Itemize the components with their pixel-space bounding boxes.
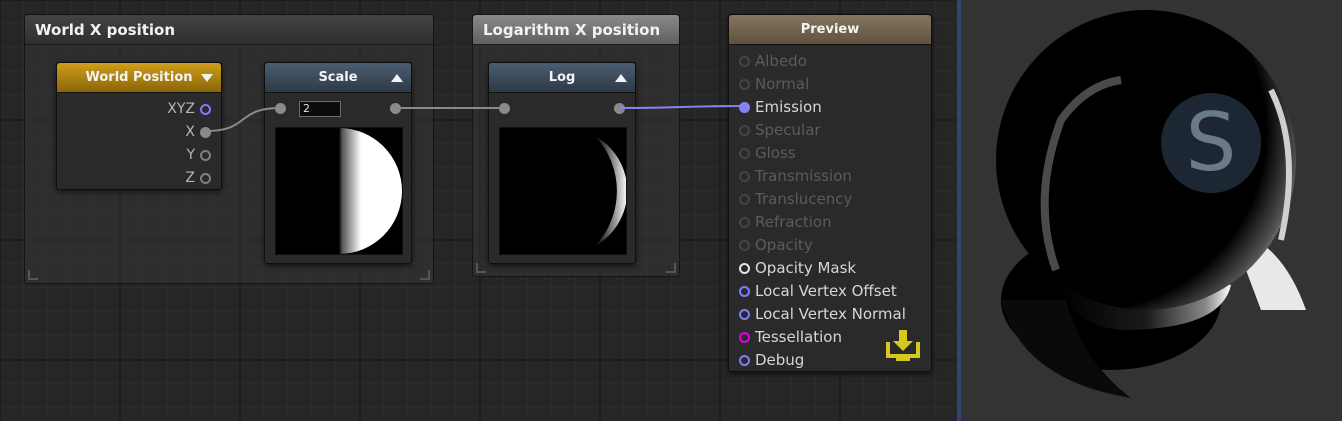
node-title: World Position (85, 70, 193, 85)
preview-slot[interactable]: Opacity (729, 234, 931, 257)
preview-slot[interactable]: Translucency (729, 188, 931, 211)
slot-input-port[interactable] (739, 332, 750, 343)
collapse-arrow-icon[interactable] (201, 74, 213, 82)
node-title: Preview (800, 22, 860, 37)
preview-node-header[interactable]: Preview (729, 15, 931, 45)
slot-input-port[interactable] (739, 194, 750, 205)
slot-input-port[interactable] (739, 79, 750, 90)
slot-input-port[interactable] (739, 217, 750, 228)
slot-label: Local Vertex Normal (755, 305, 906, 323)
preview-slot[interactable]: Refraction (729, 211, 931, 234)
3d-viewport[interactable]: S (961, 0, 1342, 421)
preview-slot[interactable]: Transmission (729, 165, 931, 188)
preview-slot[interactable]: Opacity Mask (729, 257, 931, 280)
slot-label: Tessellation (755, 328, 842, 346)
comment-title[interactable]: Logarithm X position (473, 15, 679, 45)
slot-label: Local Vertex Offset (755, 282, 897, 300)
slot-input-port[interactable] (739, 102, 750, 113)
output-label: XYZ (167, 101, 195, 117)
comment-title[interactable]: World X position (25, 15, 433, 45)
log-node[interactable]: Log (488, 62, 636, 264)
preview-slot[interactable]: Gloss (729, 142, 931, 165)
slot-input-port[interactable] (739, 125, 750, 136)
scale-preview-image (275, 127, 403, 255)
slot-label: Translucency (755, 190, 853, 208)
scale-node-header[interactable]: Scale (265, 63, 411, 93)
logo-letter: S (1186, 96, 1237, 189)
resize-corner[interactable] (28, 270, 38, 280)
slot-input-port[interactable] (739, 286, 750, 297)
slot-label: Gloss (755, 144, 796, 162)
output-row-y: Y (57, 145, 221, 165)
output-port-y[interactable] (200, 150, 211, 161)
slot-input-port[interactable] (739, 171, 750, 182)
slot-label: Refraction (755, 213, 832, 231)
log-node-header[interactable]: Log (489, 63, 635, 93)
output-port-x[interactable] (200, 127, 211, 138)
output-row-x: X (57, 122, 221, 142)
scale-value-input[interactable]: 2 (299, 101, 341, 117)
output-port-xyz[interactable] (200, 104, 211, 115)
collapse-arrow-icon[interactable] (615, 74, 627, 82)
slot-label: Debug (755, 351, 805, 369)
slot-input-port[interactable] (739, 263, 750, 274)
preview-slot[interactable]: Local Vertex Offset (729, 280, 931, 303)
output-port[interactable] (614, 103, 625, 114)
output-row-xyz: XYZ (57, 99, 221, 119)
resize-corner[interactable] (476, 263, 486, 273)
output-label: X (185, 124, 195, 140)
slot-label: Albedo (755, 52, 807, 70)
input-port[interactable] (275, 103, 286, 114)
slot-label: Emission (755, 98, 822, 116)
preview-node[interactable]: Preview Albedo Normal Emission Specular Glos… (728, 14, 932, 372)
world-position-node[interactable]: World Position XYZ X Y Z (56, 62, 222, 190)
resize-corner[interactable] (666, 263, 676, 273)
output-label: Y (186, 147, 195, 163)
preview-slot[interactable]: Normal (729, 73, 931, 96)
preview-slot[interactable]: Local Vertex Normal (729, 303, 931, 326)
resize-corner[interactable] (420, 270, 430, 280)
output-label: Z (185, 170, 195, 186)
sphere-preview-render: S (996, 10, 1306, 398)
log-preview-image (499, 127, 627, 255)
preview-slot[interactable]: Albedo (729, 50, 931, 73)
output-port[interactable] (390, 103, 401, 114)
world-position-node-header[interactable]: World Position (57, 63, 221, 93)
output-port-z[interactable] (200, 173, 211, 184)
preview-slot[interactable]: Emission (729, 96, 931, 119)
slot-label: Transmission (755, 167, 852, 185)
slot-input-port[interactable] (739, 56, 750, 67)
slot-label: Specular (755, 121, 821, 139)
output-row-z: Z (57, 168, 221, 188)
slot-input-port[interactable] (739, 309, 750, 320)
node-title: Log (548, 70, 576, 85)
slot-input-port[interactable] (739, 148, 750, 159)
slot-input-port[interactable] (739, 355, 750, 366)
collapse-arrow-icon[interactable] (391, 74, 403, 82)
import-icon[interactable] (884, 328, 922, 362)
slot-input-port[interactable] (739, 240, 750, 251)
slot-label: Opacity Mask (755, 259, 857, 277)
input-port[interactable] (499, 103, 510, 114)
node-title: Scale (318, 70, 358, 85)
preview-slot[interactable]: Specular (729, 119, 931, 142)
scale-node[interactable]: Scale 2 (264, 62, 412, 264)
slot-label: Normal (755, 75, 810, 93)
slot-label: Opacity (755, 236, 813, 254)
